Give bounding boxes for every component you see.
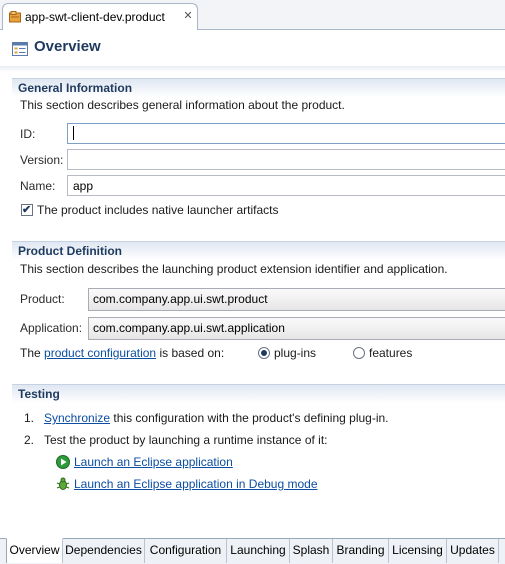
application-label: Application:	[20, 321, 83, 335]
config-suffix: is based on:	[159, 346, 225, 360]
page-title: Overview	[34, 38, 101, 55]
debug-bug-icon[interactable]	[56, 477, 70, 491]
tab-licensing[interactable]: Licensing	[389, 539, 447, 563]
radio-selected-dot	[261, 350, 267, 356]
tab-dependencies[interactable]: Dependencies	[63, 539, 145, 563]
application-combo[interactable]: com.company.app.ui.swt.application	[88, 317, 505, 340]
native-launcher-label: The product includes native launcher art…	[37, 203, 279, 217]
section-title: General Information	[18, 81, 133, 95]
synchronize-step-text: this configuration with the product's de…	[113, 411, 389, 425]
tab-configuration[interactable]: Configuration	[145, 539, 227, 563]
checkmark-icon: ✔	[22, 204, 32, 216]
product-definition-section-header[interactable]: Product Definition	[12, 241, 505, 260]
tab-launching[interactable]: Launching	[227, 539, 290, 563]
product-label: Product:	[20, 292, 65, 306]
section-title: Testing	[18, 387, 60, 401]
tab-updates[interactable]: Updates	[447, 539, 499, 563]
synchronize-link[interactable]: Synchronize	[44, 411, 110, 425]
name-field[interactable]	[67, 175, 505, 196]
testing-section-header[interactable]: Testing	[12, 384, 505, 403]
launch-debug-mode-link[interactable]: Launch an Eclipse application in Debug m…	[74, 477, 318, 491]
features-radio-label[interactable]: features	[369, 346, 412, 360]
step-number: 1.	[24, 411, 35, 425]
editor-tab-strip: app-swt-client-dev.product ✕	[0, 0, 505, 30]
launch-step-text: Test the product by launching a runtime …	[44, 433, 328, 447]
features-radio[interactable]	[353, 347, 365, 359]
product-combo[interactable]: com.company.app.ui.swt.product	[88, 288, 505, 311]
form-header: Overview	[0, 31, 505, 66]
application-combo-value: com.company.app.ui.swt.application	[93, 321, 285, 335]
general-info-section-header[interactable]: General Information	[12, 78, 505, 97]
editor-tab-title: app-swt-client-dev.product	[25, 10, 165, 24]
product-file-icon	[9, 11, 21, 23]
tab-splash[interactable]: Splash	[290, 539, 333, 563]
id-field[interactable]	[67, 123, 505, 144]
run-icon[interactable]	[56, 455, 70, 469]
step-number: 2.	[24, 433, 35, 447]
config-basis-line: The product configuration is based on:	[20, 346, 224, 360]
launch-eclipse-app-link[interactable]: Launch an Eclipse application	[74, 455, 233, 469]
native-launcher-checkbox[interactable]: ✔	[21, 204, 33, 216]
tab-overview[interactable]: Overview	[6, 538, 63, 563]
text-caret	[73, 126, 74, 140]
editor-tab-product[interactable]: app-swt-client-dev.product ✕	[2, 3, 198, 30]
product-configuration-link[interactable]: product configuration	[44, 346, 156, 360]
page-tab-bar: Overview Dependencies Configuration Laun…	[0, 538, 505, 564]
section-title: Product Definition	[18, 244, 122, 258]
version-label: Version:	[20, 153, 64, 167]
synchronize-step: Synchronize this configuration with the …	[44, 411, 389, 425]
config-prefix: The	[20, 346, 41, 360]
tab-branding[interactable]: Branding	[333, 539, 389, 563]
id-label: ID:	[20, 127, 36, 141]
plugins-radio[interactable]	[258, 347, 270, 359]
product-definition-description: This section describes the launching pro…	[20, 262, 448, 276]
version-field[interactable]	[67, 149, 505, 170]
name-label: Name:	[20, 179, 56, 193]
plugins-radio-label[interactable]: plug-ins	[274, 346, 316, 360]
close-icon[interactable]: ✕	[182, 9, 194, 23]
product-combo-value: com.company.app.ui.swt.product	[93, 292, 268, 306]
overview-page-icon	[12, 42, 28, 56]
general-info-description: This section describes general informati…	[20, 98, 345, 112]
header-divider	[0, 66, 505, 72]
